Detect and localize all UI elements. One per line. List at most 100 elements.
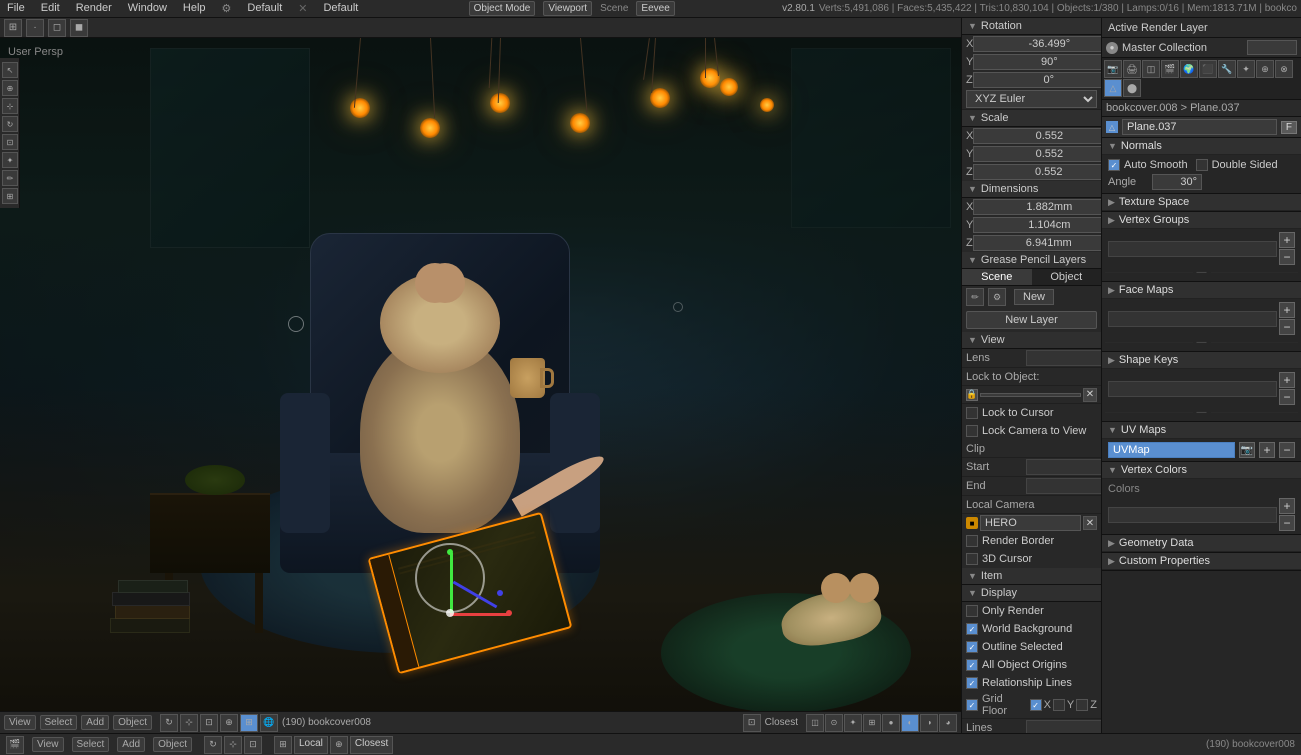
- tool-measure[interactable]: ⊞: [2, 188, 18, 204]
- snap-icon[interactable]: ⊡: [743, 714, 761, 732]
- uvmap-field[interactable]: UVMap: [1108, 442, 1235, 458]
- normals-header[interactable]: Normals: [1102, 138, 1301, 155]
- prop-data-icon[interactable]: △: [1104, 79, 1122, 97]
- lock-obj-clear[interactable]: ✕: [1083, 388, 1097, 402]
- middle-scroll[interactable]: Rotation X 🔒 Y 🔒 Z 🔒 XYZ Euler: [962, 18, 1101, 733]
- object-bottom[interactable]: Object: [153, 737, 192, 752]
- menu-window[interactable]: Window: [125, 2, 170, 15]
- workspace-close[interactable]: ✕: [295, 2, 310, 15]
- closest-bottom[interactable]: ⊕: [330, 736, 348, 754]
- vc-remove-btn[interactable]: −: [1279, 515, 1295, 531]
- display-section[interactable]: Display: [962, 585, 1101, 602]
- rot-mode-select[interactable]: XYZ Euler: [966, 90, 1097, 108]
- hero-clear[interactable]: ✕: [1083, 516, 1097, 530]
- scene-icon-bottom[interactable]: 🎬: [6, 736, 24, 754]
- select-mode-face[interactable]: ◼: [70, 19, 88, 37]
- tool-cursor[interactable]: ⊕: [2, 80, 18, 96]
- tool-annotate[interactable]: ✏: [2, 170, 18, 186]
- prop-modifier-icon[interactable]: 🔧: [1218, 60, 1236, 78]
- select-mode-edge[interactable]: ◻: [48, 19, 66, 37]
- uvmap-camera-btn[interactable]: 📷: [1239, 442, 1255, 458]
- clip-end-input[interactable]: [1026, 478, 1101, 494]
- prop-world-icon[interactable]: 🌍: [1180, 60, 1198, 78]
- scale-bottom[interactable]: ⊡: [244, 736, 262, 754]
- menu-render[interactable]: Render: [73, 2, 115, 15]
- uv-maps-header[interactable]: UV Maps: [1102, 422, 1301, 439]
- mode-selector[interactable]: Object Mode: [469, 1, 536, 16]
- grease-new-btn[interactable]: New: [1014, 289, 1054, 305]
- prop-object-icon[interactable]: ⬛: [1199, 60, 1217, 78]
- move-bottom[interactable]: ⊹: [224, 736, 242, 754]
- grid-x-cb[interactable]: [1030, 699, 1042, 711]
- prop-physics-icon[interactable]: ⊕: [1256, 60, 1274, 78]
- far-right-scroll[interactable]: Normals Auto Smooth Double Sided: [1102, 138, 1301, 733]
- menu-bar[interactable]: File Edit Render Window Help ⚙ Default ✕…: [4, 2, 361, 15]
- scale-section[interactable]: Scale: [962, 110, 1101, 127]
- gizmo-icon[interactable]: ✦: [844, 714, 862, 732]
- clip-start-input[interactable]: [1026, 459, 1101, 475]
- shade-material[interactable]: ◐: [901, 714, 919, 732]
- dim-y-input[interactable]: [973, 217, 1101, 233]
- rot-z-input[interactable]: [973, 72, 1101, 88]
- auto-smooth-cb[interactable]: [1108, 159, 1120, 171]
- sk-add-btn[interactable]: +: [1279, 372, 1295, 388]
- prop-particles-icon[interactable]: ✦: [1237, 60, 1255, 78]
- new-layer-btn[interactable]: New Layer: [966, 311, 1097, 329]
- view-icon[interactable]: ⊞: [863, 714, 881, 732]
- cursor-3d-cb[interactable]: [966, 553, 978, 565]
- rot-y-input[interactable]: [973, 54, 1101, 70]
- rot-x-input[interactable]: [973, 36, 1101, 52]
- prop-render-icon[interactable]: 📷: [1104, 60, 1122, 78]
- workspace-label[interactable]: Default: [244, 2, 285, 15]
- tab-scene[interactable]: Scene: [962, 269, 1032, 285]
- scale-x-input[interactable]: [973, 128, 1101, 144]
- grid-floor-cb[interactable]: [966, 699, 978, 711]
- geometry-data-header[interactable]: Geometry Data: [1102, 535, 1301, 552]
- rotate-bottom[interactable]: ↻: [204, 736, 222, 754]
- vertex-colors-header[interactable]: Vertex Colors: [1102, 462, 1301, 479]
- view-bottom[interactable]: View: [32, 737, 64, 752]
- grease-section[interactable]: Grease Pencil Layers: [962, 252, 1101, 269]
- fm-add-btn[interactable]: +: [1279, 302, 1295, 318]
- hero-select[interactable]: HERO: [980, 515, 1081, 531]
- grid-y-cb[interactable]: [1053, 699, 1065, 711]
- vc-add-btn[interactable]: +: [1279, 498, 1295, 514]
- scale-z-input[interactable]: [973, 164, 1101, 180]
- dim-x-input[interactable]: [973, 199, 1101, 215]
- face-maps-header[interactable]: Face Maps: [1102, 282, 1301, 299]
- fm-remove-btn[interactable]: −: [1279, 319, 1295, 335]
- world-bg-cb[interactable]: [966, 623, 978, 635]
- select-menu[interactable]: Select: [40, 715, 78, 730]
- add-menu[interactable]: Add: [81, 715, 109, 730]
- overlay-icon[interactable]: ⊙: [825, 714, 843, 732]
- tool-scale[interactable]: ⊡: [2, 134, 18, 150]
- icon-rotate[interactable]: ↻: [160, 714, 178, 732]
- tool-select[interactable]: ↖: [2, 62, 18, 78]
- menu-edit[interactable]: Edit: [38, 2, 63, 15]
- tool-transform[interactable]: ✦: [2, 152, 18, 168]
- object-menu[interactable]: Object: [113, 715, 152, 730]
- origins-cb[interactable]: [966, 659, 978, 671]
- item-section[interactable]: Item: [962, 568, 1101, 585]
- tool-rotate[interactable]: ↻: [2, 116, 18, 132]
- vg-remove-btn[interactable]: −: [1279, 249, 1295, 265]
- menu-help[interactable]: Help: [180, 2, 209, 15]
- grid-z-cb[interactable]: [1076, 699, 1088, 711]
- dim-z-input[interactable]: [973, 235, 1101, 251]
- prop-material-icon[interactable]: ⬤: [1123, 79, 1141, 97]
- collection-view-input[interactable]: [1247, 40, 1297, 55]
- select-mode-vert[interactable]: ·: [26, 19, 44, 37]
- lens-input[interactable]: [1026, 350, 1101, 366]
- lock-cursor-cb[interactable]: [966, 407, 978, 419]
- tab-object[interactable]: Object: [1032, 269, 1102, 285]
- prop-viewlayer-icon[interactable]: ◫: [1142, 60, 1160, 78]
- vertex-groups-header[interactable]: Vertex Groups: [1102, 212, 1301, 229]
- rotation-section[interactable]: Rotation: [962, 18, 1101, 35]
- relationship-cb[interactable]: [966, 677, 978, 689]
- vg-add-btn[interactable]: +: [1279, 232, 1295, 248]
- shade-eevee[interactable]: ◕: [939, 714, 957, 732]
- icon-scale2[interactable]: ⊡: [200, 714, 218, 732]
- lock-camera-cb[interactable]: [966, 425, 978, 437]
- view-menu[interactable]: View: [4, 715, 36, 730]
- uvmap-remove-btn[interactable]: −: [1279, 442, 1295, 458]
